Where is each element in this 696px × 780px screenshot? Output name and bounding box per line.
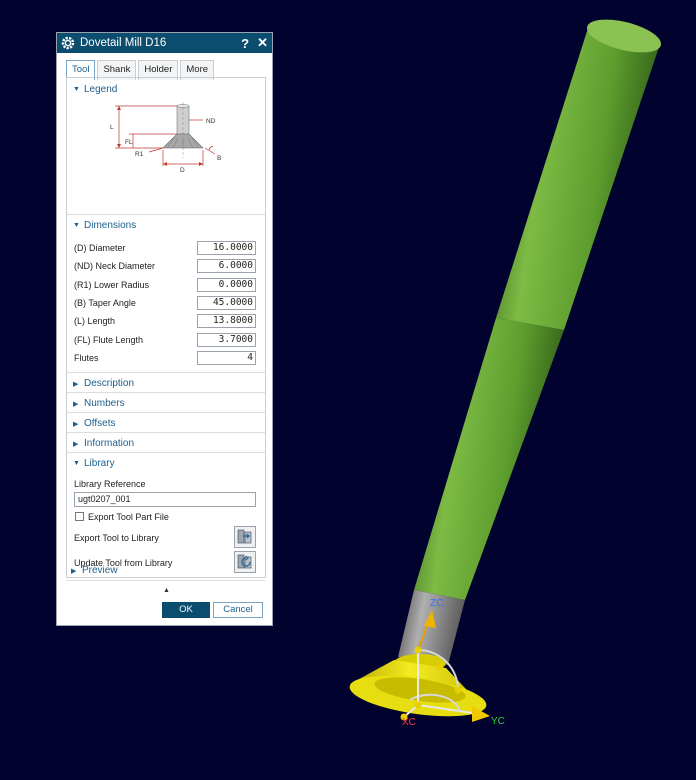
legend-label-l: L: [110, 124, 114, 131]
length-label: (L) Length: [74, 316, 116, 326]
xc-axis-label: XC: [402, 717, 416, 728]
dialog-title: Dovetail Mill D16: [80, 37, 167, 49]
dialog-titlebar[interactable]: Dovetail Mill D16 ? ✕: [57, 33, 272, 53]
taper-angle-label: (B) Taper Angle: [74, 298, 136, 308]
chevron-down-icon: ▼: [73, 222, 80, 229]
collapse-grip-icon[interactable]: ▲: [163, 587, 170, 594]
dovetail-legend-diagram: L FL ND R1 D B: [110, 102, 221, 174]
flute-length-label: (FL) Flute Length: [74, 335, 144, 345]
chevron-right-icon: ▶: [73, 380, 79, 388]
chevron-right-icon: ▶: [73, 420, 79, 428]
diameter-label: (D) Diameter: [74, 243, 126, 253]
legend-label-r1: R1: [135, 151, 144, 158]
zc-axis-label: ZC: [430, 598, 444, 609]
section-preview[interactable]: ▶ Preview: [71, 565, 118, 576]
neck-diameter-field[interactable]: 6.0000: [197, 259, 256, 273]
tool-tab-panel: ▼ Legend L FL ND R1 D B ▼ Dimensions (D)…: [66, 77, 266, 578]
section-library[interactable]: ▼ Library: [73, 458, 115, 469]
lower-radius-field[interactable]: 0.0000: [197, 278, 256, 292]
yc-axis-label: YC: [491, 716, 505, 727]
update-tool-button[interactable]: [234, 551, 256, 573]
tool-holder: [414, 318, 564, 600]
export-part-checkbox[interactable]: [75, 512, 84, 521]
tool-model[interactable]: [347, 13, 664, 723]
divider: [67, 392, 265, 393]
section-library-title: Library: [84, 458, 115, 469]
chevron-down-icon: ▼: [73, 86, 80, 93]
export-tool-button[interactable]: [234, 526, 256, 548]
section-numbers-title: Numbers: [84, 398, 125, 409]
flutes-field[interactable]: 4: [197, 351, 256, 365]
legend-label-fl: FL: [125, 139, 133, 146]
section-information[interactable]: ▶ Information: [73, 438, 134, 449]
export-tool-label: Export Tool to Library: [74, 533, 159, 543]
neck-diameter-label: (ND) Neck Diameter: [74, 261, 156, 271]
chevron-down-icon: ▼: [73, 460, 80, 467]
diameter-field[interactable]: 16.0000: [197, 241, 256, 255]
section-description-title: Description: [84, 378, 135, 389]
divider: [67, 214, 265, 215]
tool-dialog: Dovetail Mill D16 ? ✕ Tool Shank Holder …: [56, 32, 273, 626]
divider: [66, 580, 265, 581]
length-field[interactable]: 13.8000: [197, 314, 256, 328]
taper-angle-field[interactable]: 45.0000: [197, 296, 256, 310]
section-dimensions-title: Dimensions: [84, 220, 137, 231]
legend-label-d: D: [180, 167, 185, 174]
divider: [67, 432, 265, 433]
ok-button[interactable]: OK: [162, 602, 210, 618]
close-button[interactable]: ✕: [257, 35, 268, 51]
section-offsets[interactable]: ▶ Offsets: [73, 418, 116, 429]
divider: [67, 372, 265, 373]
legend-label-b: B: [217, 155, 221, 162]
legend-label-nd: ND: [206, 118, 216, 125]
chevron-right-icon: ▶: [73, 400, 79, 408]
help-button[interactable]: ?: [241, 36, 249, 51]
flute-length-field[interactable]: 3.7000: [197, 333, 256, 347]
divider: [67, 452, 265, 453]
section-preview-title: Preview: [82, 565, 118, 576]
section-description[interactable]: ▶ Description: [73, 378, 134, 389]
section-legend[interactable]: ▼ Legend: [73, 84, 117, 95]
export-library-icon: [237, 529, 252, 544]
update-library-icon: [237, 554, 252, 569]
chevron-right-icon: ▶: [73, 440, 79, 448]
section-dimensions[interactable]: ▼ Dimensions: [73, 220, 136, 231]
library-reference-field[interactable]: ugt0207_001: [74, 492, 256, 507]
divider: [67, 412, 265, 413]
chevron-right-icon: ▶: [71, 567, 77, 575]
lower-radius-label: (R1) Lower Radius: [74, 280, 150, 290]
flutes-label: Flutes: [74, 353, 99, 363]
section-numbers[interactable]: ▶ Numbers: [73, 398, 125, 409]
section-offsets-title: Offsets: [84, 418, 116, 429]
section-information-title: Information: [84, 438, 135, 449]
gear-icon: [61, 36, 75, 50]
tool-shank: [496, 28, 660, 330]
export-part-label: Export Tool Part File: [88, 512, 169, 522]
library-reference-label: Library Reference: [74, 479, 146, 489]
cancel-button[interactable]: Cancel: [213, 602, 263, 618]
section-legend-title: Legend: [84, 84, 118, 95]
